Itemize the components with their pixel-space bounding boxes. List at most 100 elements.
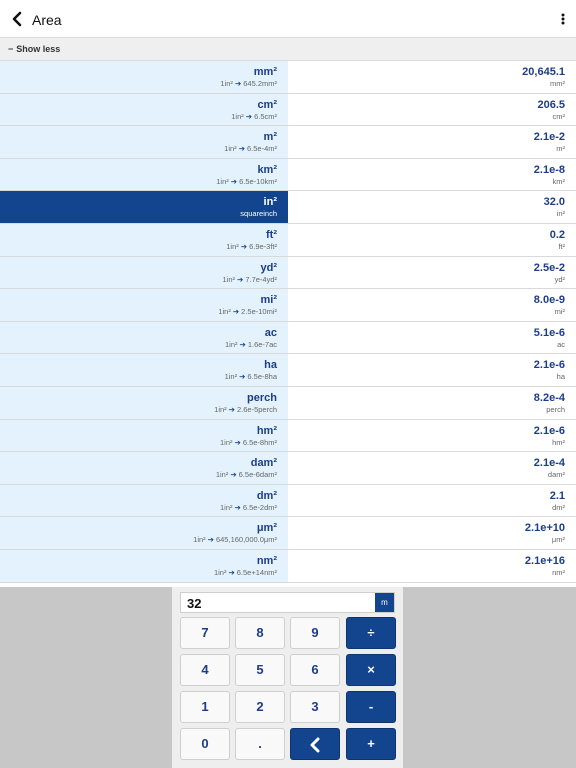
unit-cell[interactable]: mm² 1in² ➔ 645.2mm² <box>0 61 288 93</box>
unit-row[interactable]: m² 1in² ➔ 6.5e-4m² 2.1e-2 m² <box>0 126 576 159</box>
unit-row[interactable]: ha 1in² ➔ 6.5e-8ha 2.1e-6 ha <box>0 354 576 387</box>
unit-row[interactable]: μm² 1in² ➔ 645,160,000.0μm² 2.1e+10 μm² <box>0 517 576 550</box>
unit-row[interactable]: yd² 1in² ➔ 7.7e-4yd² 2.5e-2 yd² <box>0 256 576 290</box>
minus-icon: − <box>8 44 14 54</box>
unit-row[interactable]: km² 1in² ➔ 6.5e-10km² 2.1e-8 km² <box>0 158 576 192</box>
unit-cell[interactable]: yd² 1in² ➔ 7.7e-4yd² <box>0 256 288 289</box>
unit-name: km² <box>257 163 277 176</box>
key-4[interactable]: 4 <box>180 654 230 686</box>
value-cell[interactable]: 0.2 ft² <box>288 223 576 256</box>
unit-cell[interactable]: perch 1in² ➔ 2.6e-5perch <box>0 386 288 419</box>
unit-cell[interactable]: nm² 1in² ➔ 6.5e+14nm² <box>0 549 288 582</box>
converted-value: 8.0e-9 <box>533 294 565 307</box>
value-cell[interactable]: 2.1e-2 m² <box>288 126 576 158</box>
key-2[interactable]: 2 <box>235 691 285 723</box>
unit-name: ha <box>264 359 277 372</box>
unit-name: nm² <box>256 554 277 567</box>
value-cell[interactable]: 206.5 cm² <box>288 93 576 126</box>
conversion-from: 1in² <box>222 274 236 284</box>
unit-row[interactable]: perch 1in² ➔ 2.6e-5perch 8.2e-4 perch <box>0 386 576 420</box>
unit-conversion: 1in² ➔ 6.5e-8hm² <box>0 438 277 448</box>
unit-cell[interactable]: hm² 1in² ➔ 6.5e-8hm² <box>0 419 288 452</box>
unit-conversion: 1in² ➔ 7.7e-4yd² <box>0 274 278 285</box>
key-8[interactable]: 8 <box>235 617 285 649</box>
unit-row[interactable]: hm² 1in² ➔ 6.5e-8hm² 2.1e-6 hm² <box>0 419 576 453</box>
conversion-from: 1in² <box>225 339 238 349</box>
key-6[interactable]: 6 <box>290 654 340 686</box>
key-minus[interactable]: - <box>346 691 396 723</box>
unit-row[interactable]: dam² 1in² ➔ 6.5e-6dam² 2.1e-4 dam² <box>0 452 576 485</box>
key-5[interactable]: 5 <box>235 654 285 686</box>
unit-row[interactable]: mm² 1in² ➔ 645.2mm² 20,645.1 mm² <box>0 61 576 94</box>
arrow-right-icon: ➔ <box>239 339 246 349</box>
unit-button[interactable]: m <box>375 593 394 612</box>
value-unit: hm² <box>552 437 565 447</box>
arrow-right-icon: ➔ <box>239 372 246 382</box>
unit-name: ft² <box>266 228 277 241</box>
input-display[interactable]: 32 m <box>180 592 395 613</box>
arrow-right-icon: ➔ <box>207 535 214 545</box>
unit-cell[interactable]: μm² 1in² ➔ 645,160,000.0μm² <box>0 517 288 549</box>
unit-row[interactable]: mi² 1in² ➔ 2.5e-10mi² 8.0e-9 mi² <box>0 289 576 322</box>
unit-cell[interactable]: in² squareinch <box>0 191 288 223</box>
unit-row[interactable]: nm² 1in² ➔ 6.5e+14nm² 2.1e+16 nm² <box>0 549 576 583</box>
conversion-to: 645,160,000.0μm² <box>215 535 277 545</box>
value-cell[interactable]: 32.0 in² <box>288 191 576 223</box>
unit-conversion: 1in² ➔ 2.6e-5perch <box>0 405 277 415</box>
back-chevron-icon[interactable] <box>9 9 27 29</box>
value-cell[interactable]: 2.1e-8 km² <box>288 158 576 191</box>
value-unit: ft² <box>558 241 565 251</box>
key-decimal[interactable]: . <box>235 728 285 760</box>
unit-name: yd² <box>260 261 278 274</box>
conversion-from: 1in² <box>213 567 227 577</box>
unit-cell[interactable]: ac 1in² ➔ 1.6e-7ac <box>0 321 288 354</box>
value-cell[interactable]: 8.0e-9 mi² <box>288 289 576 321</box>
key-backspace[interactable] <box>290 728 340 760</box>
unit-cell[interactable]: dam² 1in² ➔ 6.5e-6dam² <box>0 452 288 484</box>
unit-description: squareinch <box>240 209 277 219</box>
unit-row[interactable]: dm² 1in² ➔ 6.5e-2dm² 2.1 dm² <box>0 484 576 518</box>
unit-cell[interactable]: ha 1in² ➔ 6.5e-8ha <box>0 354 288 386</box>
unit-row[interactable]: cm² 1in² ➔ 6.5cm² 206.5 cm² <box>0 93 576 127</box>
value-cell[interactable]: 2.5e-2 yd² <box>288 256 576 289</box>
unit-row[interactable]: ac 1in² ➔ 1.6e-7ac 5.1e-6 ac <box>0 321 576 355</box>
input-value: 32 <box>187 596 202 611</box>
unit-cell[interactable]: cm² 1in² ➔ 6.5cm² <box>0 93 288 126</box>
key-divide[interactable]: ÷ <box>346 617 396 649</box>
key-multiply[interactable]: × <box>346 654 396 686</box>
more-vertical-icon[interactable] <box>558 10 568 28</box>
value-cell[interactable]: 5.1e-6 ac <box>288 321 576 354</box>
show-less-toggle[interactable]: − Show less <box>0 38 576 61</box>
unit-cell[interactable]: m² 1in² ➔ 6.5e-4m² <box>0 126 288 158</box>
key-9[interactable]: 9 <box>290 617 340 649</box>
unit-cell[interactable]: km² 1in² ➔ 6.5e-10km² <box>0 158 288 191</box>
key-1[interactable]: 1 <box>180 691 230 723</box>
arrow-right-icon: ➔ <box>240 241 248 251</box>
value-cell[interactable]: 2.1e-6 ha <box>288 354 576 386</box>
value-unit: dam² <box>547 470 565 480</box>
unit-name: dm² <box>256 489 277 502</box>
unit-row[interactable]: ft² 1in² ➔ 6.9e-3ft² 0.2 ft² <box>0 223 576 257</box>
value-cell[interactable]: 20,645.1 mm² <box>288 61 576 93</box>
value-cell[interactable]: 2.1e-6 hm² <box>288 419 576 452</box>
value-cell[interactable]: 2.1 dm² <box>288 484 576 517</box>
unit-conversion: 1in² ➔ 6.5cm² <box>0 112 277 122</box>
converted-value: 2.1 <box>549 489 565 502</box>
unit-row[interactable]: in² squareinch 32.0 in² <box>0 191 576 224</box>
value-unit: mm² <box>550 79 565 88</box>
converted-value: 2.1e+10 <box>524 522 565 535</box>
value-cell[interactable]: 2.1e+16 nm² <box>288 549 576 582</box>
unit-cell[interactable]: ft² 1in² ➔ 6.9e-3ft² <box>0 223 288 256</box>
value-cell[interactable]: 2.1e+10 μm² <box>288 517 576 549</box>
key-0[interactable]: 0 <box>180 728 230 760</box>
key-plus[interactable]: + <box>346 728 396 760</box>
unit-cell[interactable]: dm² 1in² ➔ 6.5e-2dm² <box>0 484 288 517</box>
value-cell[interactable]: 2.1e-4 dam² <box>288 452 576 484</box>
value-cell[interactable]: 8.2e-4 perch <box>288 386 576 419</box>
key-3[interactable]: 3 <box>290 691 340 723</box>
unit-conversion: 1in² ➔ 6.5e-2dm² <box>0 503 277 513</box>
value-unit: in² <box>556 209 565 219</box>
unit-cell[interactable]: mi² 1in² ➔ 2.5e-10mi² <box>0 289 288 321</box>
key-7[interactable]: 7 <box>180 617 230 649</box>
conversion-to: 6.5e-10km² <box>239 176 277 186</box>
